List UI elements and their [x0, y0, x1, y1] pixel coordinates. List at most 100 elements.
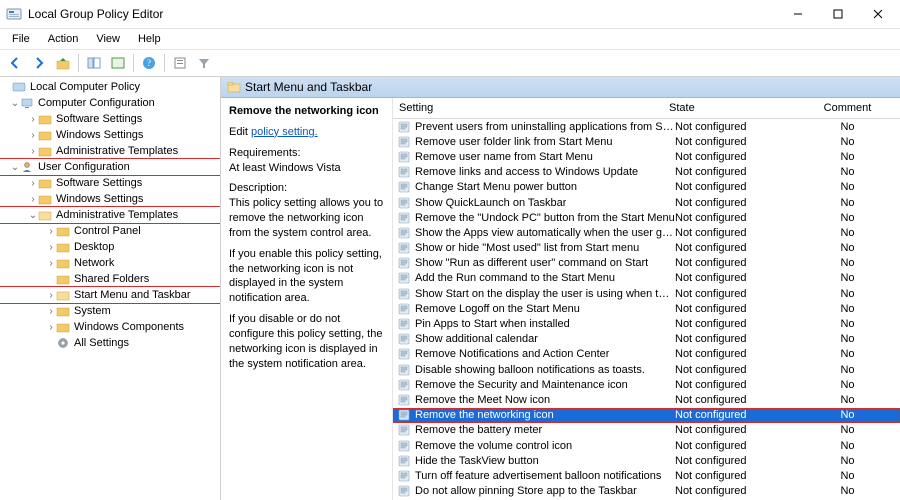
minimize-button[interactable]	[778, 0, 818, 28]
menu-view[interactable]: View	[88, 31, 128, 47]
policy-state: Not configured	[675, 455, 795, 467]
policy-icon	[397, 485, 411, 497]
policy-row[interactable]: Remove Notifications and Action CenterNo…	[393, 347, 900, 362]
tree-start-menu-taskbar[interactable]: ›Start Menu and Taskbar	[0, 287, 220, 303]
tree-uc-windows-settings[interactable]: ›Windows Settings	[0, 191, 220, 207]
policy-comment: No	[795, 379, 900, 391]
col-setting[interactable]: Setting	[393, 102, 663, 114]
column-headers[interactable]: Setting State Comment	[393, 98, 900, 119]
policy-state: Not configured	[675, 151, 795, 163]
tree-all-settings[interactable]: All Settings	[0, 335, 220, 351]
tree-desktop[interactable]: ›Desktop	[0, 239, 220, 255]
policy-state: Not configured	[675, 364, 795, 376]
forward-button[interactable]	[28, 52, 50, 74]
policy-row[interactable]: Turn off feature advertisement balloon n…	[393, 468, 900, 483]
policy-icon	[397, 333, 411, 345]
policy-state: Not configured	[675, 424, 795, 436]
menu-action[interactable]: Action	[40, 31, 87, 47]
policy-state: Not configured	[675, 242, 795, 254]
policy-state: Not configured	[675, 272, 795, 284]
detail-pane: Remove the networking icon Edit policy s…	[221, 98, 393, 500]
back-button[interactable]	[4, 52, 26, 74]
policy-comment: No	[795, 440, 900, 452]
policy-row[interactable]: Show the Apps view automatically when th…	[393, 225, 900, 240]
refresh-button[interactable]	[107, 52, 129, 74]
policy-row[interactable]: Show Start on the display the user is us…	[393, 286, 900, 301]
policy-name: Remove the volume control icon	[413, 440, 572, 452]
tree-windows-components[interactable]: ›Windows Components	[0, 319, 220, 335]
toolbar: ?	[0, 49, 900, 77]
policy-row[interactable]: Hide the TaskView buttonNot configuredNo	[393, 453, 900, 468]
tree-user-configuration[interactable]: ⌄User Configuration	[0, 159, 220, 175]
console-tree[interactable]: Local Computer Policy ⌄Computer Configur…	[0, 77, 221, 500]
title-bar: Local Group Policy Editor	[0, 0, 900, 29]
policy-state: Not configured	[675, 348, 795, 360]
menu-file[interactable]: File	[4, 31, 38, 47]
col-comment[interactable]: Comment	[789, 102, 900, 114]
policy-row[interactable]: Show "Run as different user" command on …	[393, 256, 900, 271]
policy-name: Do not allow pinning Store app to the Ta…	[413, 485, 637, 497]
tree-root[interactable]: Local Computer Policy	[0, 79, 220, 95]
maximize-button[interactable]	[818, 0, 858, 28]
policy-comment: No	[795, 318, 900, 330]
policy-icon	[397, 455, 411, 467]
policy-row[interactable]: Remove the Security and Maintenance icon…	[393, 377, 900, 392]
tree-network[interactable]: ›Network	[0, 255, 220, 271]
filter-button[interactable]	[193, 52, 215, 74]
tree-system[interactable]: ›System	[0, 303, 220, 319]
policy-comment: No	[795, 227, 900, 239]
col-state[interactable]: State	[663, 102, 789, 114]
policy-comment: No	[795, 151, 900, 163]
policy-comment: No	[795, 424, 900, 436]
policy-comment: No	[795, 272, 900, 284]
show-hide-tree-button[interactable]	[83, 52, 105, 74]
policy-name: Show "Run as different user" command on …	[413, 257, 648, 269]
policy-row[interactable]: Change Start Menu power buttonNot config…	[393, 180, 900, 195]
policy-name: Disable showing balloon notifications as…	[413, 364, 645, 376]
policy-row[interactable]: Remove the networking iconNot configured…	[393, 408, 900, 423]
tree-uc-software-settings[interactable]: ›Software Settings	[0, 175, 220, 191]
tree-cc-software-settings[interactable]: ›Software Settings	[0, 111, 220, 127]
properties-button[interactable]	[169, 52, 191, 74]
policy-state: Not configured	[675, 379, 795, 391]
policy-row[interactable]: Remove user name from Start MenuNot conf…	[393, 149, 900, 164]
policy-row[interactable]: Remove links and access to Windows Updat…	[393, 165, 900, 180]
policy-name: Remove the battery meter	[413, 424, 542, 436]
tree-control-panel[interactable]: ›Control Panel	[0, 223, 220, 239]
policy-name: Prevent users from uninstalling applicat…	[413, 121, 675, 133]
policy-name: Remove the networking icon	[413, 409, 554, 421]
policy-row[interactable]: Pin Apps to Start when installedNot conf…	[393, 316, 900, 331]
detail-heading: Remove the networking icon	[229, 104, 384, 119]
tree-uc-admin-templates[interactable]: ⌄Administrative Templates	[0, 207, 220, 223]
tree-cc-admin-templates[interactable]: ›Administrative Templates	[0, 143, 220, 159]
policy-icon	[397, 364, 411, 376]
tree-computer-configuration[interactable]: ⌄Computer Configuration	[0, 95, 220, 111]
policy-icon	[397, 272, 411, 284]
policy-row[interactable]: Remove user folder link from Start MenuN…	[393, 134, 900, 149]
tree-cc-windows-settings[interactable]: ›Windows Settings	[0, 127, 220, 143]
close-button[interactable]	[858, 0, 898, 28]
up-button[interactable]	[52, 52, 74, 74]
policy-row[interactable]: Remove the volume control iconNot config…	[393, 438, 900, 453]
policy-row[interactable]: Remove the Meet Now iconNot configuredNo	[393, 392, 900, 407]
menu-help[interactable]: Help	[130, 31, 169, 47]
policy-row[interactable]: Show or hide "Most used" list from Start…	[393, 241, 900, 256]
edit-policy-link[interactable]: policy setting.	[251, 126, 318, 138]
policy-row[interactable]: Do not allow pinning Store app to the Ta…	[393, 484, 900, 499]
policy-row[interactable]: Remove Logoff on the Start MenuNot confi…	[393, 301, 900, 316]
policy-icon	[397, 348, 411, 360]
policy-row[interactable]: Remove the "Undock PC" button from the S…	[393, 210, 900, 225]
policy-row[interactable]: Disable showing balloon notifications as…	[393, 362, 900, 377]
tree-shared-folders[interactable]: Shared Folders	[0, 271, 220, 287]
policy-icon	[397, 121, 411, 133]
policy-row[interactable]: Add the Run command to the Start MenuNot…	[393, 271, 900, 286]
policy-icon	[397, 227, 411, 239]
policy-row[interactable]: Show QuickLaunch on TaskbarNot configure…	[393, 195, 900, 210]
requirements-label: Requirements:	[229, 147, 301, 159]
policy-state: Not configured	[675, 136, 795, 148]
policy-row[interactable]: Show additional calendarNot configuredNo	[393, 332, 900, 347]
policy-row[interactable]: Prevent users from uninstalling applicat…	[393, 119, 900, 134]
policy-name: Show additional calendar	[413, 333, 538, 345]
policy-row[interactable]: Remove the battery meter Not configuredNo	[393, 423, 900, 438]
help-button[interactable]: ?	[138, 52, 160, 74]
